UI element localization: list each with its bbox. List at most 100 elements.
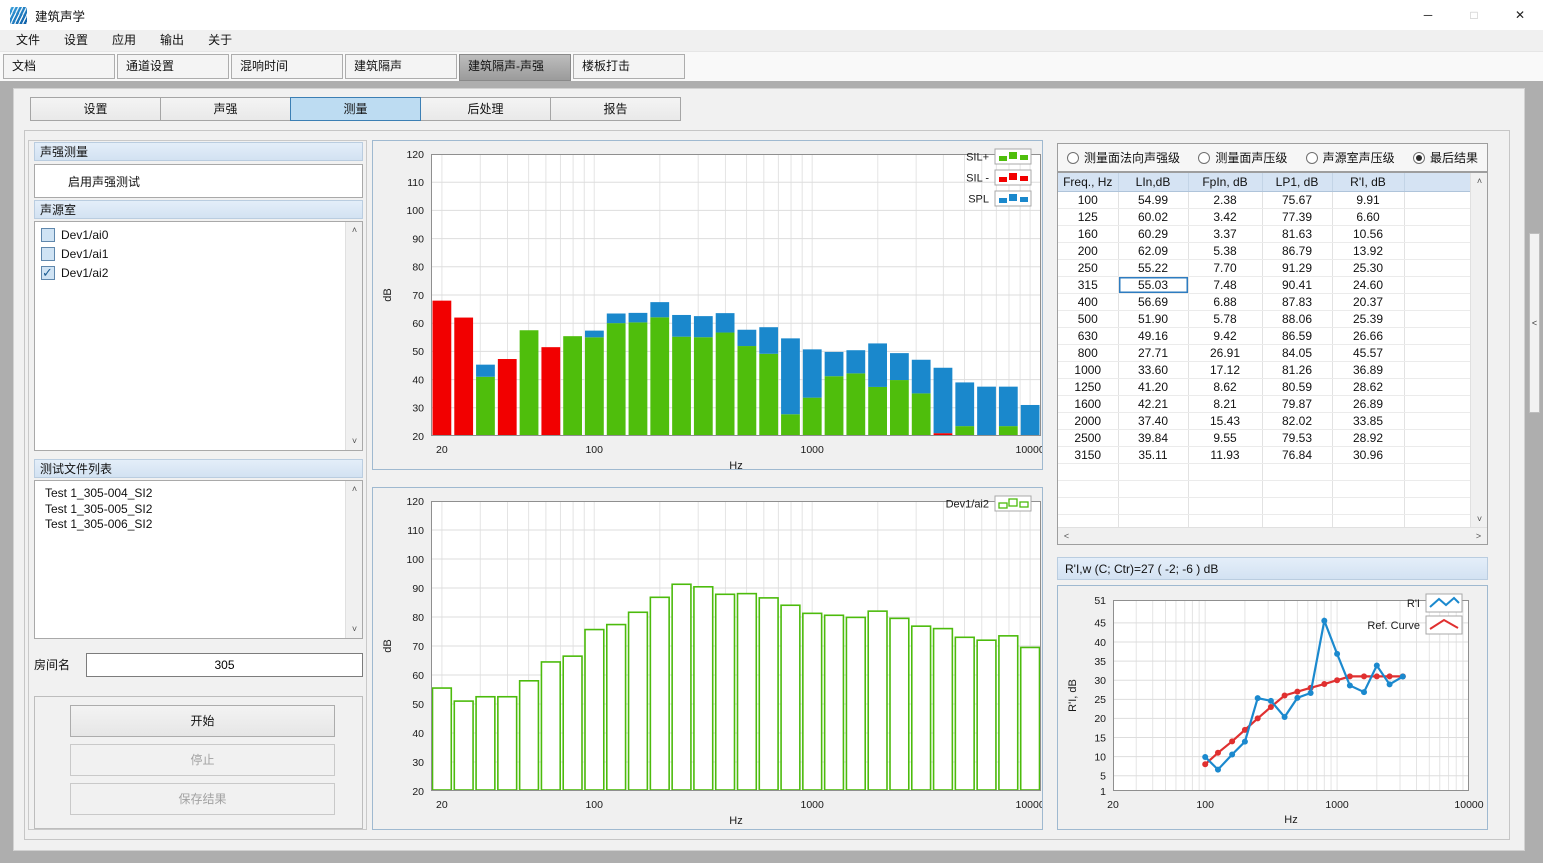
table-cell[interactable] (1262, 480, 1332, 497)
radio-group-3[interactable]: 最后结果 (1413, 149, 1478, 166)
save-results-button[interactable]: 保存结果 (70, 783, 335, 815)
table-cell[interactable]: 7.70 (1188, 259, 1262, 276)
scroll-right-icon[interactable]: ˃ (1470, 528, 1487, 545)
table-cell[interactable]: 36.89 (1332, 361, 1404, 378)
tab-5[interactable]: 楼板打击 (573, 54, 685, 79)
table-cell[interactable] (1404, 225, 1472, 242)
radio-group-1[interactable]: 测量面声压级 (1198, 149, 1287, 166)
table-header-2[interactable]: FpIn, dB (1188, 173, 1262, 191)
table-cell[interactable]: 15.43 (1188, 412, 1262, 429)
subtab-0[interactable]: 设置 (30, 97, 161, 121)
table-cell[interactable]: 62.09 (1118, 242, 1188, 259)
scroll-down-icon[interactable]: ˅ (346, 621, 363, 638)
maximize-button[interactable]: □ (1451, 0, 1497, 30)
tab-1[interactable]: 通道设置 (117, 54, 229, 79)
radio-button-3[interactable] (1413, 152, 1425, 164)
table-cell[interactable]: 84.05 (1262, 344, 1332, 361)
start-button[interactable]: 开始 (70, 705, 335, 737)
table-cell[interactable] (1404, 293, 1472, 310)
scroll-left-icon[interactable]: ˂ (1058, 528, 1075, 545)
table-cell[interactable]: 2000 (1058, 412, 1118, 429)
table-cell[interactable]: 26.91 (1188, 344, 1262, 361)
file-item-0[interactable]: Test 1_305-004_SI2 (35, 486, 362, 502)
table-cell[interactable]: 55.03 (1118, 276, 1188, 293)
table-cell[interactable]: 1000 (1058, 361, 1118, 378)
table-cell[interactable]: 81.63 (1262, 225, 1332, 242)
table-cell[interactable] (1188, 463, 1262, 480)
table-cell[interactable] (1118, 463, 1188, 480)
table-cell[interactable]: 37.40 (1118, 412, 1188, 429)
table-cell[interactable] (1058, 497, 1118, 514)
table-cell[interactable]: 75.67 (1262, 191, 1332, 208)
table-cell[interactable]: 17.12 (1188, 361, 1262, 378)
table-cell[interactable]: 25.39 (1332, 310, 1404, 327)
tab-3[interactable]: 建筑隔声 (345, 54, 457, 79)
table-cell[interactable]: 51.90 (1118, 310, 1188, 327)
table-cell[interactable]: 42.21 (1118, 395, 1188, 412)
table-cell[interactable]: 6.60 (1332, 208, 1404, 225)
table-cell[interactable]: 90.41 (1262, 276, 1332, 293)
table-cell[interactable] (1404, 208, 1472, 225)
subtab-3[interactable]: 后处理 (420, 97, 551, 121)
table-cell[interactable]: 39.84 (1118, 429, 1188, 446)
channel-row-0[interactable]: Dev1/ai0 (37, 225, 360, 244)
radio-button-2[interactable] (1306, 152, 1318, 164)
table-cell[interactable]: 77.39 (1262, 208, 1332, 225)
table-cell[interactable] (1404, 429, 1472, 446)
table-cell[interactable] (1404, 242, 1472, 259)
subtab-1[interactable]: 声强 (160, 97, 291, 121)
close-button[interactable]: ✕ (1497, 0, 1543, 30)
table-cell[interactable]: 79.87 (1262, 395, 1332, 412)
table-cell[interactable]: 10.56 (1332, 225, 1404, 242)
table-cell[interactable]: 315 (1058, 276, 1118, 293)
table-cell[interactable]: 30.96 (1332, 446, 1404, 463)
table-cell[interactable]: 26.66 (1332, 327, 1404, 344)
table-cell[interactable] (1404, 463, 1472, 480)
radio-group-2[interactable]: 声源室声压级 (1306, 149, 1395, 166)
table-cell[interactable]: 91.29 (1262, 259, 1332, 276)
table-cell[interactable]: 7.48 (1188, 276, 1262, 293)
room-name-input[interactable] (86, 653, 363, 677)
radio-button-0[interactable] (1067, 152, 1079, 164)
tab-2[interactable]: 混响时间 (231, 54, 343, 79)
table-cell[interactable]: 5.78 (1188, 310, 1262, 327)
file-list-scrollbar[interactable]: ˄˅ (345, 481, 362, 638)
table-cell[interactable] (1262, 497, 1332, 514)
table-cell[interactable] (1188, 480, 1262, 497)
stop-button[interactable]: 停止 (70, 744, 335, 776)
table-header-5[interactable] (1404, 173, 1472, 191)
table-cell[interactable]: 9.91 (1332, 191, 1404, 208)
table-cell[interactable]: 56.69 (1118, 293, 1188, 310)
table-cell[interactable] (1118, 497, 1188, 514)
table-cell[interactable]: 26.89 (1332, 395, 1404, 412)
table-cell[interactable] (1332, 463, 1404, 480)
table-cell[interactable]: 3150 (1058, 446, 1118, 463)
table-cell[interactable] (1404, 378, 1472, 395)
table-cell[interactable] (1404, 310, 1472, 327)
table-cell[interactable] (1404, 412, 1472, 429)
subtab-4[interactable]: 报告 (550, 97, 681, 121)
panel-collapse-handle[interactable]: < (1529, 233, 1540, 413)
radio-button-1[interactable] (1198, 152, 1210, 164)
table-cell[interactable]: 60.29 (1118, 225, 1188, 242)
menu-item-1[interactable]: 设置 (52, 30, 100, 51)
table-cell[interactable]: 13.92 (1332, 242, 1404, 259)
table-header-1[interactable]: LIn,dB (1118, 173, 1188, 191)
table-cell[interactable]: 3.37 (1188, 225, 1262, 242)
table-cell[interactable]: 82.02 (1262, 412, 1332, 429)
table-cell[interactable]: 800 (1058, 344, 1118, 361)
table-cell[interactable]: 49.16 (1118, 327, 1188, 344)
scroll-up-icon[interactable]: ˄ (1471, 173, 1488, 190)
table-cell[interactable] (1332, 480, 1404, 497)
tab-0[interactable]: 文档 (3, 54, 115, 79)
table-cell[interactable] (1332, 497, 1404, 514)
table-cell[interactable] (1404, 395, 1472, 412)
scroll-up-icon[interactable]: ˄ (346, 222, 363, 239)
menu-item-3[interactable]: 输出 (148, 30, 196, 51)
table-cell[interactable]: 86.59 (1262, 327, 1332, 344)
menu-item-4[interactable]: 关于 (196, 30, 244, 51)
subtab-2[interactable]: 测量 (290, 97, 421, 121)
file-item-2[interactable]: Test 1_305-006_SI2 (35, 517, 362, 533)
table-cell[interactable]: 1600 (1058, 395, 1118, 412)
table-cell[interactable]: 11.93 (1188, 446, 1262, 463)
